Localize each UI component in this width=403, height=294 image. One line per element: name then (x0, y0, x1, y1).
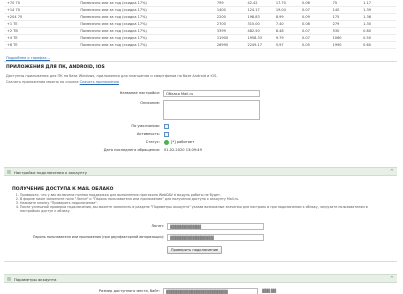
collapse-icon[interactable]: ^ (390, 276, 394, 282)
table-cell: 2700 (216, 20, 248, 28)
table-cell: 198.83 (247, 13, 276, 21)
panel-connection-header[interactable]: Настройки подключения к аккаунту ^ (4, 167, 397, 176)
panel-connection-title: Настройки подключения к аккаунту (14, 170, 87, 175)
active-label: Активность: (136, 132, 160, 136)
table-row: +8 TE Помесячно или за год (скидка 17%) 26… (4, 41, 396, 49)
table-cell: 1.30 (363, 20, 396, 28)
table-cell: 0.09 (302, 13, 333, 21)
table-cell: 8.48 (275, 27, 303, 35)
table-cell: 19.04 (275, 6, 303, 14)
active-checkbox[interactable] (164, 132, 169, 137)
panel-params-title: Параметры аккаунта (14, 277, 57, 282)
name-input[interactable]: Облако Mail.ru (163, 89, 260, 97)
password-label: Пароль пользователя или приложения (при … (33, 235, 164, 239)
tariffs-table: +70 70 Помесячно или за год (скидка 17%) 7… (4, 0, 396, 49)
table-cell: 1400 (216, 6, 248, 14)
description-label: Описание: (140, 101, 160, 105)
table-cell: 0.60 (363, 41, 396, 49)
password-input[interactable]: ▓▓▓▓▓▓▓▓▓▓▓▓▓▓▓▓▓ (167, 233, 264, 241)
size-unit: ▓▓▓ ▓▓ (262, 289, 276, 293)
table-cell: 8.99 (275, 13, 303, 21)
table-cell: 5.97 (275, 41, 303, 49)
status-label: Статус: (145, 140, 160, 144)
cloud-access-box: ПОЛУЧЕНИЕ ДОСТУПА К MAIL ОБЛАКО Проверьт… (4, 179, 397, 262)
table-cell: +14 70 (4, 6, 81, 14)
tariffs-more-link[interactable]: Подробнее о тарифах... (6, 56, 50, 60)
table-cell: 1.39 (363, 6, 396, 14)
table-cell: 0.07 (302, 27, 333, 35)
divider (4, 61, 397, 62)
apps-download-line: Скачать приложения можно по ссылке Скача… (6, 80, 119, 84)
table-row: +4 TE Помесячно или за год (скидка 17%) 11… (4, 34, 396, 42)
table-cell: 2249.17 (247, 41, 276, 49)
table-cell: Помесячно или за год (скидка 17%) (80, 34, 217, 42)
size-label: Размер доступного места, байт: (98, 289, 160, 293)
table-row: +14 70 Помесячно или за год (скидка 17%) 1… (4, 6, 396, 14)
table-cell: 2200 (216, 13, 248, 21)
table-cell: 0.08 (302, 20, 333, 28)
table-cell: 482.50 (247, 27, 276, 35)
check-connection-button[interactable]: Проверить подключение (167, 246, 222, 254)
login-label: Логин: (151, 224, 164, 228)
table-cell: 11900 (216, 34, 248, 42)
table-cell: +4 TE (4, 34, 81, 42)
table-cell: 175 (332, 13, 364, 21)
drag-handle-icon (7, 170, 11, 174)
table-cell: 1.36 (363, 13, 396, 21)
table-cell: +204 70 (4, 13, 81, 21)
table-cell: 124.17 (247, 6, 276, 14)
panel-params-header[interactable]: Параметры аккаунта ^ (4, 274, 397, 283)
table-cell: Помесячно или за год (скидка 17%) (80, 41, 217, 49)
login-input[interactable]: ▓▓▓▓▓▓▓▓▓▓▓▓ (167, 222, 264, 230)
table-cell: 3399 (216, 27, 248, 35)
cloud-step-4: После успешной проверки подключения, вы … (20, 205, 388, 213)
table-cell: 315.00 (247, 20, 276, 28)
table-cell: +2 TB (4, 27, 81, 35)
last-access-label: Дата последнего обращения: (103, 148, 160, 152)
table-cell: 530 (332, 27, 364, 35)
name-label: Название настройки: (119, 91, 160, 95)
table-cell: Помесячно или за год (скидка 17%) (80, 13, 217, 21)
table-row: +204 70 Помесячно или за год (скидка 17%)… (4, 13, 396, 21)
status-value: [*] работает (171, 140, 195, 144)
apps-title: ПРИЛОЖЕНИЯ ДЛЯ ПК, ANDROID, IOS (6, 65, 105, 70)
last-access-value: 01.02.2020 13:09:49 (164, 148, 202, 152)
default-checkbox[interactable] (164, 124, 169, 129)
table-cell: 0.50 (363, 34, 396, 42)
collapse-icon[interactable]: ^ (390, 169, 394, 175)
default-label: По умолчанию: (131, 124, 160, 128)
size-input[interactable]: ▓▓▓▓▓▓▓▓▓▓▓▓▓▓▓▓▓▓▓▓▓▓▓▓ (163, 287, 258, 294)
apps-description: Доступны приложения для ПК на базе Windo… (6, 74, 218, 78)
table-row: +2 TB Помесячно или за год (скидка 17%) 33… (4, 27, 396, 35)
table-cell: 1060 (332, 34, 364, 42)
table-cell: Помесячно или за год (скидка 17%) (80, 20, 217, 28)
cloud-access-steps: Проверьте, что у вас включена полная под… (16, 193, 388, 213)
table-cell: 140 (332, 6, 364, 14)
table-cell: 0.80 (363, 27, 396, 35)
table-cell: 7.40 (275, 20, 303, 28)
cloud-access-title: ПОЛУЧЕНИЕ ДОСТУПА К MAIL ОБЛАКО (12, 187, 114, 192)
apps-download-text: Скачать приложения можно по ссылке (6, 80, 79, 84)
drag-handle-icon (7, 277, 11, 281)
description-textarea[interactable] (163, 100, 260, 120)
table-cell: 26990 (216, 41, 248, 49)
table-cell: +8 TE (4, 41, 81, 49)
page: +70 70 Помесячно или за год (скидка 17%) 7… (0, 0, 403, 294)
table-cell: 1990 (332, 41, 364, 49)
table-cell: 279 (332, 20, 364, 28)
table-cell: 0.07 (302, 34, 333, 42)
table-cell: +1 TE (4, 20, 81, 28)
table-cell: 1958.33 (247, 34, 276, 42)
status-ok-icon (164, 140, 169, 145)
table-cell: 0.07 (302, 6, 333, 14)
table-cell: Помесячно или за год (скидка 17%) (80, 6, 217, 14)
table-cell: Помесячно или за год (скидка 17%) (80, 27, 217, 35)
table-cell: 9.79 (275, 34, 303, 42)
table-cell: 0.05 (302, 41, 333, 49)
apps-download-link[interactable]: Скачать приложения (80, 80, 119, 84)
table-row: +1 TE Помесячно или за год (скидка 17%) 27… (4, 20, 396, 28)
